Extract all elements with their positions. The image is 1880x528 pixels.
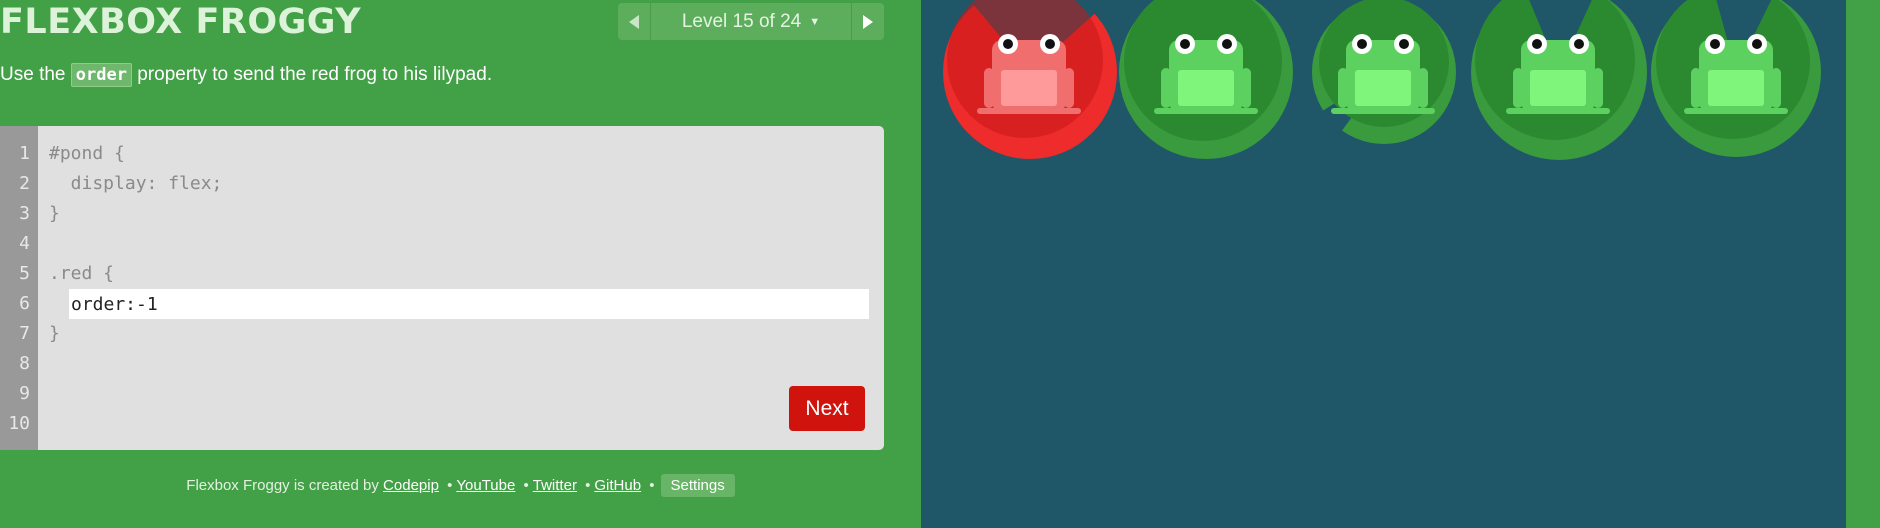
next-level-button[interactable]	[851, 3, 884, 40]
footer-separator: •	[447, 477, 453, 494]
level-navigator: Level 15 of 24 ▼	[618, 3, 884, 40]
line-number: 10	[8, 413, 30, 434]
line-number: 2	[19, 173, 30, 194]
settings-button[interactable]: Settings	[660, 474, 735, 497]
level-label: Level 15 of 24	[681, 10, 802, 32]
code-line: }	[49, 203, 60, 224]
instructions: Use the order property to send the red f…	[0, 63, 493, 87]
footer: Flexbox Froggy is created by Codepip • Yo…	[0, 474, 921, 497]
next-button[interactable]: Next	[789, 386, 865, 431]
line-number: 5	[19, 263, 30, 284]
right-edge-strip	[1846, 0, 1880, 528]
line-numbers: 1 2 3 4 5 6 7 8 9 10	[0, 126, 38, 450]
footer-separator: •	[649, 477, 655, 494]
arrow-left-icon	[629, 14, 639, 29]
code-line: #pond {	[49, 143, 125, 164]
line-number: 8	[19, 353, 30, 374]
instructions-text-before: Use the	[0, 64, 71, 85]
instructions-text-after: property to send the red frog to his lil…	[131, 64, 493, 85]
twitter-link[interactable]: Twitter	[533, 477, 577, 494]
sidebar: FLEXBOX FROGGY Level 15 of 24 ▼ Use the …	[0, 0, 921, 528]
footer-separator: •	[585, 477, 591, 494]
code-area: #pond { display: flex; } .red { }	[49, 126, 884, 450]
github-link[interactable]: GitHub	[594, 477, 641, 494]
line-number: 3	[19, 203, 30, 224]
footer-credit: Flexbox Froggy is created by	[186, 477, 379, 494]
level-dropdown[interactable]: Level 15 of 24 ▼	[651, 3, 851, 40]
instructions-code: order	[70, 63, 132, 87]
line-number: 1	[19, 143, 30, 164]
line-number: 4	[19, 233, 30, 254]
youtube-link[interactable]: YouTube	[456, 477, 515, 494]
previous-level-button[interactable]	[618, 3, 651, 40]
pond-scene	[943, 0, 1821, 160]
caret-down-icon: ▼	[809, 15, 821, 28]
code-line: .red {	[49, 263, 115, 284]
line-number: 7	[19, 323, 30, 344]
app-title: FLEXBOX FROGGY	[0, 2, 362, 42]
code-input-row	[49, 289, 884, 319]
line-number: 9	[19, 383, 30, 404]
code-line: display: flex;	[49, 173, 223, 194]
pond	[921, 0, 1846, 528]
line-number: 6	[19, 293, 30, 314]
code-editor: 1 2 3 4 5 6 7 8 9 10 #pond { display: fl…	[0, 126, 884, 450]
codepip-link[interactable]: Codepip	[383, 477, 439, 494]
arrow-right-icon	[863, 14, 873, 29]
css-code-input[interactable]	[69, 289, 869, 319]
code-line: }	[49, 323, 60, 344]
footer-separator: •	[523, 477, 529, 494]
